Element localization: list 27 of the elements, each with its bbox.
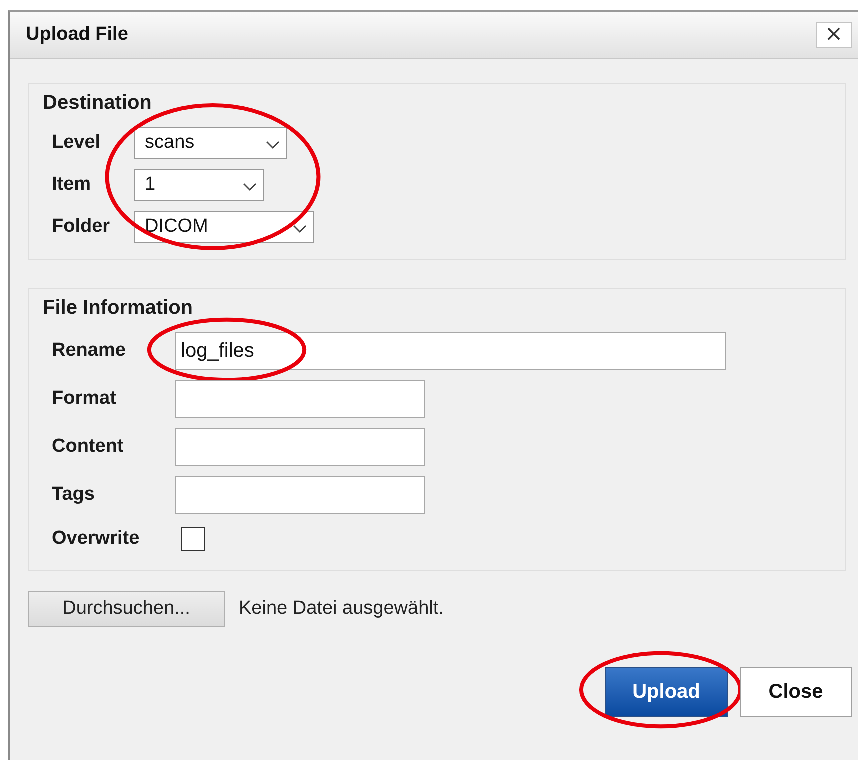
text-field[interactable] (175, 476, 425, 514)
field-label: Content (52, 436, 125, 458)
chevron-icon (243, 183, 257, 191)
close-button[interactable]: Close (740, 667, 852, 717)
section-heading: File Information (43, 297, 194, 320)
window-title: Upload File (26, 24, 128, 46)
chevron-icon (266, 141, 280, 149)
text-field[interactable]: log_files (175, 332, 726, 370)
dropdown[interactable]: scans (134, 127, 287, 159)
file-status-text: Keine Datei ausgewählt. (239, 598, 444, 620)
field-label: Format (52, 388, 118, 410)
dropdown[interactable]: 1 (134, 169, 264, 201)
dropdown[interactable]: DICOM (134, 211, 314, 243)
upload-button[interactable]: Upload (605, 667, 728, 717)
checkbox[interactable] (181, 527, 205, 551)
text-field[interactable] (175, 380, 425, 418)
browse-button[interactable]: Durchsuchen... (28, 591, 225, 627)
close-button[interactable]: × (816, 22, 852, 48)
field-label: Tags (52, 484, 96, 506)
field-label: Folder (52, 216, 112, 238)
section-heading: Destination (43, 92, 153, 115)
field-label: Level (52, 132, 102, 154)
chevron-icon (293, 225, 307, 233)
field-label: Rename (52, 340, 127, 362)
field-label: Item (52, 174, 92, 196)
text-field[interactable] (175, 428, 425, 466)
field-label: Overwrite (52, 528, 141, 550)
